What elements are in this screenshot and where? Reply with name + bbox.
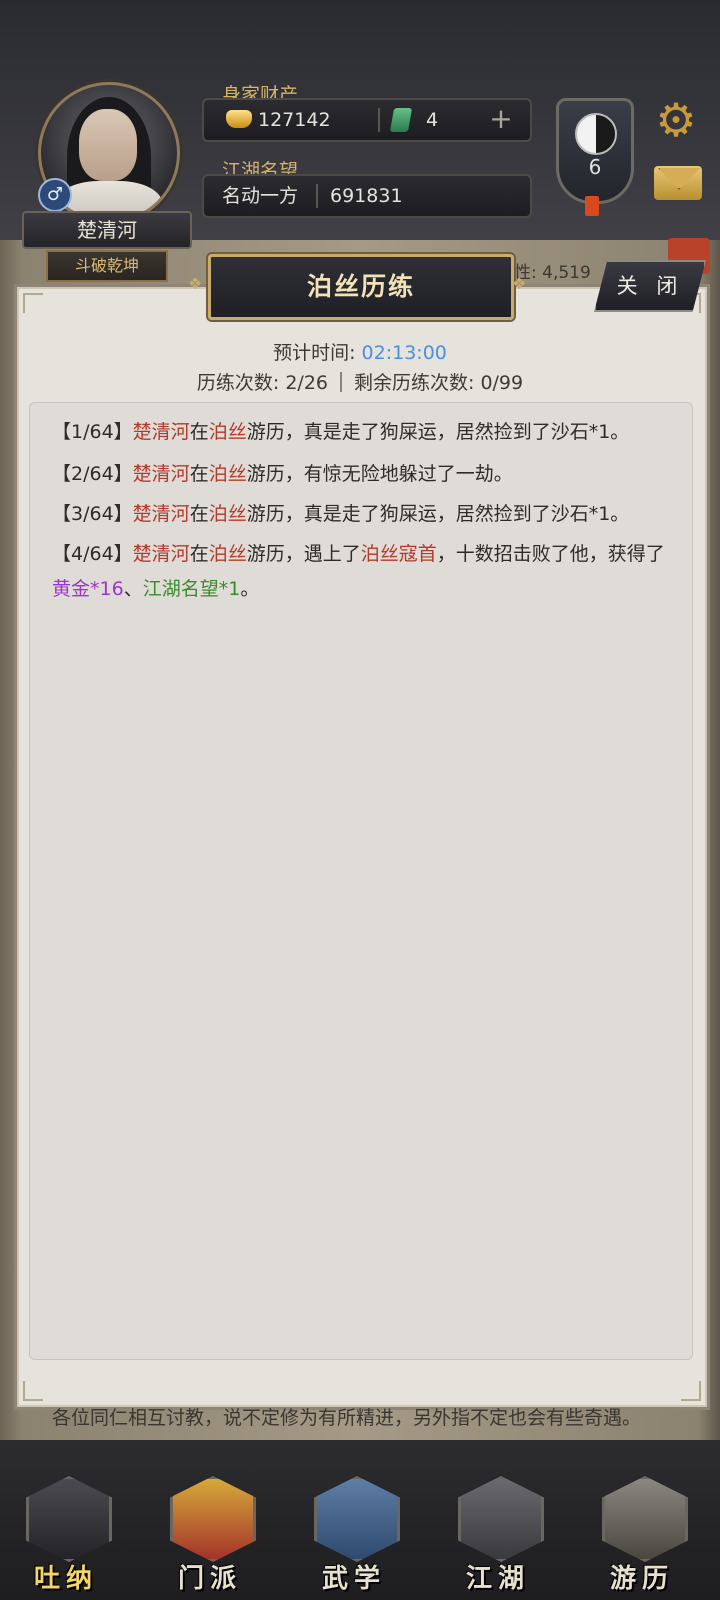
jade-icon <box>389 108 413 132</box>
log-text: 游历，遇上了 <box>246 543 361 565</box>
log-text: ，十数招击败了他，获得了 <box>436 543 665 565</box>
log-place: 泊丝 <box>208 503 247 525</box>
log-entry: 【1/64】楚清河在泊丝游历，真是走了狗屎运，居然捡到了沙石*1。 <box>52 415 672 450</box>
log-entry: 【2/64】楚清河在泊丝游历，有惊无险地躲过了一劫。 <box>52 457 672 492</box>
log-text: 游历，真是走了狗屎运，居然捡到了沙石*1。 <box>246 503 630 525</box>
nav-tuna[interactable]: 吐纳 <box>18 1476 114 1594</box>
log-reward-reputation: 江湖名望 <box>142 578 219 600</box>
log-text: 在 <box>189 421 209 443</box>
log-name: 楚清河 <box>132 543 190 565</box>
log-entry: 【4/64】楚清河在泊丝游历，遇上了泊丝寇首，十数招击败了他，获得了黄金*16、… <box>52 537 672 607</box>
nav-label: 吐纳 <box>33 1564 98 1594</box>
scene-description: 各位同仁相互讨教，说不定修为有所精进，另外指不定也会有些奇遇。 <box>52 1407 642 1429</box>
nav-sect[interactable]: 门派 <box>162 1476 258 1594</box>
player-title: 斗破乾坤 <box>46 250 168 282</box>
eta-label: 预计时间: <box>273 342 356 364</box>
eta-value: 02:13:00 <box>361 342 447 364</box>
reputation-bar: 名动一方 691831 <box>202 174 532 218</box>
divider <box>316 184 318 208</box>
corner-ornament <box>23 293 43 313</box>
wealth-bar: 127142 4 + <box>202 98 532 142</box>
log-index: 【2/64】 <box>52 463 133 485</box>
horse-icon <box>602 1476 688 1562</box>
tassel-decoration <box>585 196 599 216</box>
corner-ornament <box>23 1381 43 1401</box>
nav-label: 门派 <box>177 1564 242 1594</box>
count-label: 历练次数: 2/26 <box>196 372 328 394</box>
divider <box>340 372 342 392</box>
player-name: 楚清河 <box>22 211 192 249</box>
eta-line: 预计时间: 02:13:00 <box>0 338 720 365</box>
realm-level: 6 <box>588 155 602 179</box>
reputation-value: 691831 <box>330 185 403 207</box>
log-text: 在 <box>189 463 209 485</box>
log-reward-gold: 黄金 <box>52 578 91 600</box>
breathing-figure-icon <box>26 1476 112 1562</box>
remaining-label: 剩余历练次数: 0/99 <box>354 372 524 394</box>
reputation-rank: 名动一方 <box>222 185 299 207</box>
log-enemy: 泊丝寇首 <box>360 543 437 565</box>
sect-banner-icon <box>170 1476 256 1562</box>
scroll-book-icon <box>314 1476 400 1562</box>
log-name: 楚清河 <box>132 463 190 485</box>
banner-ornament-left: ❖ <box>188 274 203 293</box>
mail-icon[interactable] <box>654 166 702 200</box>
log-name: 楚清河 <box>132 421 190 443</box>
dialog-title: 泊丝历练 <box>208 254 514 320</box>
nav-label: 武学 <box>321 1564 386 1594</box>
log-entry: 【3/64】楚清河在泊丝游历，真是走了狗屎运，居然捡到了沙石*1。 <box>52 497 672 532</box>
log-text: 游历，有惊无险地躲过了一劫。 <box>246 463 513 485</box>
log-name: 楚清河 <box>132 503 190 525</box>
nav-jianghu[interactable]: 江湖 <box>450 1476 546 1594</box>
bamboo-hat-icon <box>458 1476 544 1562</box>
log-reward-qty: *16 <box>90 578 124 600</box>
taiji-icon <box>575 113 617 155</box>
count-line: 历练次数: 2/26 剩余历练次数: 0/99 <box>0 368 720 395</box>
close-button[interactable]: 关 闭 <box>594 260 706 312</box>
log-text: 在 <box>189 503 209 525</box>
log-place: 泊丝 <box>208 421 247 443</box>
gold-ingot-icon <box>226 110 252 128</box>
log-text: 、 <box>123 578 143 600</box>
log-index: 【3/64】 <box>52 503 133 525</box>
log-text: 。 <box>240 578 260 600</box>
log-list[interactable]: 【1/64】楚清河在泊丝游历，真是走了狗屎运，居然捡到了沙石*1。 【2/64】… <box>29 402 693 1360</box>
log-text: 在 <box>189 543 209 565</box>
add-currency-button[interactable]: + <box>484 102 518 136</box>
avatar-face <box>79 109 137 181</box>
nav-martial-arts[interactable]: 武学 <box>306 1476 402 1594</box>
log-index: 【4/64】 <box>52 543 133 565</box>
realm-badge[interactable]: 6 <box>556 98 634 204</box>
log-place: 泊丝 <box>208 463 247 485</box>
corner-ornament <box>681 1381 701 1401</box>
banner-ornament-right: ❖ <box>512 274 527 293</box>
log-index: 【1/64】 <box>52 421 133 443</box>
settings-gear-icon[interactable]: ⚙ <box>652 96 700 144</box>
nav-label: 游历 <box>609 1564 674 1594</box>
nav-travel[interactable]: 游历 <box>594 1476 690 1594</box>
divider <box>378 108 380 132</box>
gender-male-icon: ♂ <box>38 178 72 212</box>
log-place: 泊丝 <box>208 543 247 565</box>
nav-label: 江湖 <box>465 1564 530 1594</box>
jade-value: 4 <box>426 109 439 131</box>
gold-value: 127142 <box>258 109 331 131</box>
log-text: 游历，真是走了狗屎运，居然捡到了沙石*1。 <box>246 421 630 443</box>
log-reward-qty: *1 <box>218 578 241 600</box>
